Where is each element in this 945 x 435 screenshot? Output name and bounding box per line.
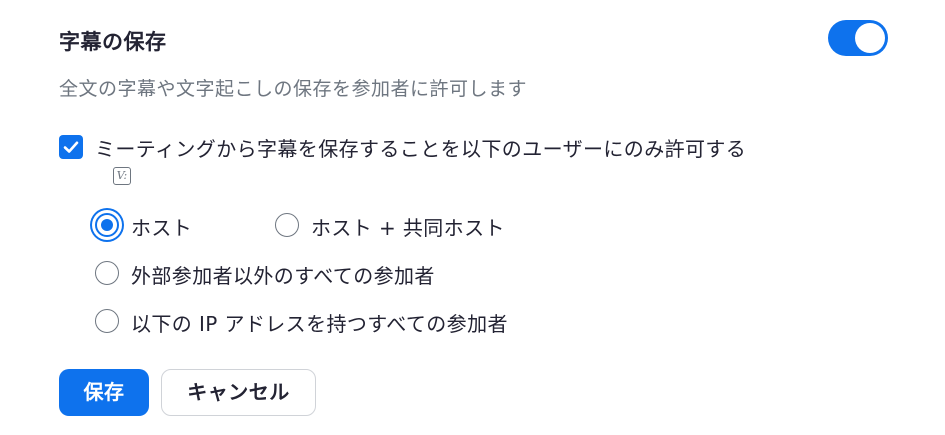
checkmark-icon <box>63 141 79 153</box>
restrict-users-label: ミーティングから字幕を保存することを以下のユーザーにのみ許可する <box>95 137 747 161</box>
radio-host-label: ホスト <box>131 216 193 240</box>
radio-host[interactable] <box>95 213 119 237</box>
save-button[interactable]: 保存 <box>59 369 149 416</box>
restrict-users-checkbox[interactable] <box>59 135 83 159</box>
save-captions-toggle[interactable] <box>828 20 888 56</box>
version-info-icon[interactable]: V: <box>113 167 131 185</box>
setting-title: 字幕の保存 <box>59 30 167 54</box>
setting-description: 全文の字幕や文字起こしの保存を参加者に許可します <box>59 78 528 100</box>
radio-host-cohost[interactable] <box>275 213 299 237</box>
radio-ip-participants[interactable] <box>95 309 119 333</box>
caption-save-settings: 字幕の保存 全文の字幕や文字起こしの保存を参加者に許可します ミーティングから字… <box>0 0 945 435</box>
cancel-button[interactable]: キャンセル <box>161 369 316 416</box>
radio-internal-participants[interactable] <box>95 261 119 285</box>
radio-internal-participants-label: 外部参加者以外のすべての参加者 <box>131 264 435 288</box>
radio-host-cohost-label: ホスト + 共同ホスト <box>311 216 505 240</box>
toggle-knob <box>855 23 885 53</box>
radio-ip-participants-label: 以下の IP アドレスを持つすべての参加者 <box>131 312 508 336</box>
